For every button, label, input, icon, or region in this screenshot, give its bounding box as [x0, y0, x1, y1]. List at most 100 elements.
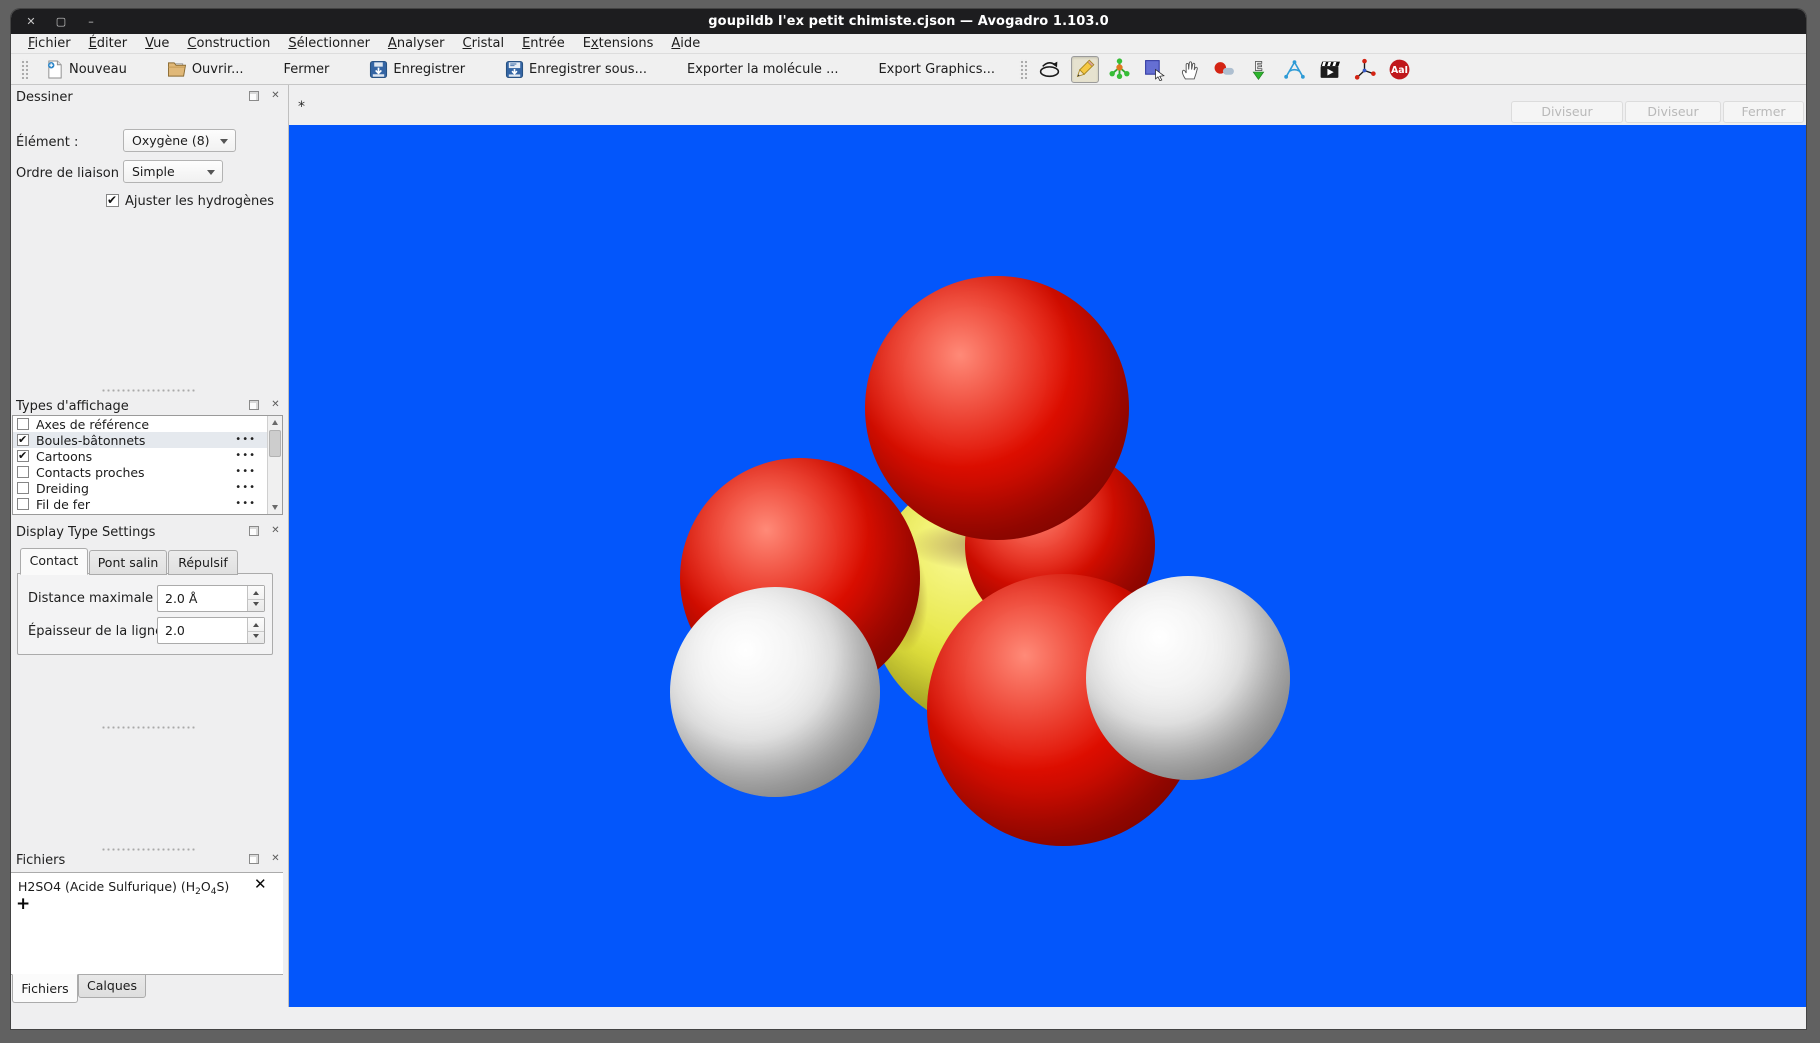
- float-panel-icon[interactable]: [247, 90, 260, 102]
- save-as-button[interactable]: Enregistrer sous...: [496, 56, 656, 83]
- close-panel-icon[interactable]: ✕: [269, 853, 282, 865]
- menu-editer[interactable]: Éditer: [80, 34, 137, 53]
- display-type-options-button[interactable]: •••: [235, 480, 256, 495]
- menu-entree[interactable]: Entrée: [513, 34, 574, 53]
- main-area: Dessiner ✕ Élément : Oxygène (8) Ordre d…: [11, 85, 1806, 1007]
- bond-centric-tool-button[interactable]: [1211, 56, 1239, 83]
- animation-tool-button[interactable]: [1316, 56, 1344, 83]
- bond-order-combobox[interactable]: Simple: [123, 160, 223, 183]
- scrollbar-thumb[interactable]: [269, 430, 281, 457]
- remove-file-icon[interactable]: ✕: [254, 875, 267, 893]
- label-tool-icon: AaI: [1388, 58, 1411, 81]
- scroll-down-icon[interactable]: [268, 501, 282, 514]
- display-type-label: Contacts proches: [36, 465, 145, 480]
- toolbar-drag-handle[interactable]: [20, 59, 28, 79]
- manipulate-hand-icon: [1178, 58, 1201, 81]
- forcefield-tool-icon: E: [1248, 58, 1271, 81]
- close-view-button[interactable]: Fermer: [1723, 101, 1804, 123]
- spinner-arrows-icon[interactable]: [247, 586, 264, 611]
- element-combobox[interactable]: Oxygène (8): [123, 129, 236, 152]
- label-tool-button[interactable]: AaI: [1386, 56, 1414, 83]
- display-type-row[interactable]: Fil de fer•••: [13, 496, 282, 512]
- float-panel-icon[interactable]: [247, 853, 260, 865]
- menu-vue[interactable]: Vue: [136, 34, 178, 53]
- toolbar-drag-handle[interactable]: [1019, 59, 1027, 79]
- bond-order-label: Ordre de liaison :: [16, 166, 127, 181]
- menu-selectionner[interactable]: Sélectionner: [279, 34, 379, 53]
- menu-fichier[interactable]: Fichier: [19, 34, 80, 53]
- display-type-checkbox[interactable]: [17, 450, 29, 462]
- avogadro-window: ✕ ▢ – goupildb l'ex petit chimiste.cjson…: [11, 9, 1806, 1029]
- distance-max-spinbox[interactable]: 2.0 Å: [157, 585, 265, 612]
- display-type-row[interactable]: Cartoons•••: [13, 448, 282, 464]
- menu-aide[interactable]: Aide: [662, 34, 709, 53]
- tab-contact[interactable]: Contact: [20, 548, 88, 575]
- display-type-row[interactable]: Boules-bâtonnets•••: [13, 432, 282, 448]
- spinner-arrows-icon[interactable]: [247, 618, 264, 643]
- navigate-tool-button[interactable]: [1036, 56, 1064, 83]
- display-type-checkbox[interactable]: [17, 418, 29, 430]
- close-panel-icon[interactable]: ✕: [269, 399, 282, 411]
- menu-analyser[interactable]: Analyser: [379, 34, 454, 53]
- export-molecule-button[interactable]: Exporter la molécule ...: [678, 58, 848, 81]
- tab-pont-salin[interactable]: Pont salin: [89, 550, 167, 575]
- split-vertical-button[interactable]: Diviseur vertical: [1625, 101, 1721, 123]
- crystal-tool-button[interactable]: [1351, 56, 1379, 83]
- close-window-icon[interactable]: ✕: [24, 16, 38, 27]
- scrollbar[interactable]: [267, 416, 282, 514]
- adjust-hydrogens-checkbox[interactable]: [106, 194, 119, 207]
- molecule-viewport[interactable]: [289, 125, 1806, 1007]
- close-panel-icon[interactable]: ✕: [269, 525, 282, 537]
- line-thickness-spinbox[interactable]: 2.0: [157, 617, 265, 644]
- export-graphics-button[interactable]: Export Graphics...: [869, 58, 1004, 81]
- element-label: Élément :: [16, 135, 78, 150]
- open-button[interactable]: Ouvrir...: [158, 57, 253, 82]
- title-bar[interactable]: ✕ ▢ – goupildb l'ex petit chimiste.cjson…: [11, 9, 1806, 34]
- measure-tool-button[interactable]: [1281, 56, 1309, 83]
- svg-text:AaI: AaI: [1391, 65, 1408, 76]
- maximize-window-icon[interactable]: ▢: [54, 16, 68, 27]
- bottom-tab-calques[interactable]: Calques: [78, 974, 146, 998]
- menu-cristal[interactable]: Cristal: [454, 34, 514, 53]
- split-horizontal-button[interactable]: Diviseur horizontal: [1511, 101, 1623, 123]
- close-panel-icon[interactable]: ✕: [269, 90, 282, 102]
- bond-order-value: Simple: [132, 164, 175, 179]
- save-icon: [369, 60, 388, 79]
- selection-tool-icon: [1143, 58, 1166, 81]
- scroll-up-icon[interactable]: [268, 416, 282, 429]
- tab-repulsif[interactable]: Répulsif: [168, 550, 238, 575]
- manipulate-tool-button[interactable]: [1176, 56, 1204, 83]
- display-type-row[interactable]: Axes de référence: [13, 416, 282, 432]
- minimize-window-icon[interactable]: –: [84, 16, 98, 27]
- left-dock: Dessiner ✕ Élément : Oxygène (8) Ordre d…: [11, 85, 289, 1007]
- save-button[interactable]: Enregistrer: [360, 56, 474, 83]
- menu-extensions[interactable]: Extensions: [574, 34, 663, 53]
- splitter-handle[interactable]: [101, 388, 196, 393]
- selection-tool-button[interactable]: [1141, 56, 1169, 83]
- add-file-button[interactable]: +: [16, 896, 30, 912]
- splitter-handle[interactable]: [101, 847, 196, 852]
- float-panel-icon[interactable]: [247, 399, 260, 411]
- display-type-checkbox[interactable]: [17, 466, 29, 478]
- float-panel-icon[interactable]: [247, 525, 260, 537]
- splitter-handle[interactable]: [101, 725, 196, 730]
- draw-tool-button[interactable]: [1071, 56, 1099, 83]
- menu-construction[interactable]: Construction: [178, 34, 279, 53]
- display-type-row[interactable]: Dreiding•••: [13, 480, 282, 496]
- display-type-checkbox[interactable]: [17, 498, 29, 510]
- display-type-options-button[interactable]: •••: [235, 496, 256, 511]
- display-type-options-button[interactable]: •••: [235, 432, 256, 447]
- new-button[interactable]: Nouveau: [37, 56, 136, 83]
- display-type-checkbox[interactable]: [17, 434, 29, 446]
- draw-tool-icon: [1073, 58, 1096, 81]
- display-type-options-button[interactable]: •••: [235, 464, 256, 479]
- crystal-axes-icon: [1353, 58, 1376, 81]
- file-item-label[interactable]: H2SO4 (Acide Sulfurique) (H2O4S): [18, 879, 229, 897]
- bottom-tab-fichiers[interactable]: Fichiers: [12, 974, 78, 1003]
- display-type-options-button[interactable]: •••: [235, 448, 256, 463]
- display-type-checkbox[interactable]: [17, 482, 29, 494]
- template-tool-button[interactable]: [1106, 56, 1134, 83]
- forcefield-tool-button[interactable]: E: [1246, 56, 1274, 83]
- close-file-button[interactable]: Fermer: [275, 58, 339, 81]
- display-type-row[interactable]: Contacts proches •••: [13, 464, 282, 480]
